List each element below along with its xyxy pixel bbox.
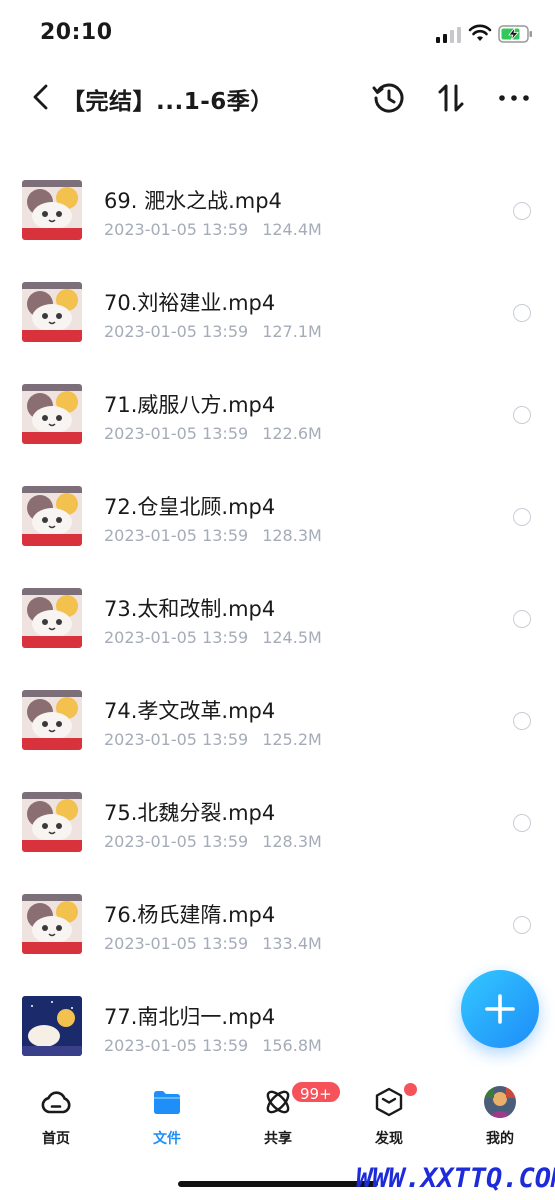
cellular-signal-icon <box>436 27 461 43</box>
discover-notification-dot <box>404 1083 417 1096</box>
file-meta: 2023-01-05 13:59 124.5M <box>104 628 322 647</box>
wifi-icon <box>468 24 492 41</box>
video-thumbnail <box>22 282 82 342</box>
file-list-item[interactable]: 70.刘裕建业.mp4 2023-01-05 13:59 127.1M <box>0 252 555 354</box>
back-arrow-icon[interactable] <box>28 82 54 112</box>
file-date: 2023-01-05 13:59 <box>104 220 249 239</box>
video-thumbnail <box>22 792 82 852</box>
file-name: 75.北魏分裂.mp4 <box>104 801 276 825</box>
tab-label: 发现 <box>375 1131 403 1147</box>
select-radio[interactable] <box>513 814 531 832</box>
file-meta: 2023-01-05 13:59 156.8M <box>104 1036 322 1055</box>
video-thumbnail <box>22 690 82 750</box>
status-time: 20:10 <box>40 20 113 45</box>
file-meta: 2023-01-05 13:59 125.2M <box>104 730 322 749</box>
battery-charging-icon <box>498 25 532 43</box>
file-date: 2023-01-05 13:59 <box>104 934 249 953</box>
file-meta: 2023-01-05 13:59 133.4M <box>104 934 322 953</box>
select-radio[interactable] <box>513 508 531 526</box>
home-cloud-icon <box>41 1091 71 1114</box>
file-date: 2023-01-05 13:59 <box>104 424 249 443</box>
tab-label: 文件 <box>153 1131 181 1147</box>
tab-mine[interactable]: 我的 <box>460 1086 540 1156</box>
plus-icon <box>485 994 515 1024</box>
video-thumbnail <box>22 384 82 444</box>
history-clock-icon[interactable] <box>371 80 407 116</box>
folder-title: 【完结】...1-6季） <box>62 89 274 115</box>
tab-label: 共享 <box>264 1131 292 1147</box>
video-thumbnail <box>22 486 82 546</box>
file-list-item[interactable]: 76.杨氏建隋.mp4 2023-01-05 13:59 133.4M <box>0 864 555 966</box>
file-name: 77.南北归一.mp4 <box>104 1005 276 1029</box>
select-radio[interactable] <box>513 202 531 220</box>
file-list-item[interactable]: 72.仓皇北顾.mp4 2023-01-05 13:59 128.3M <box>0 456 555 558</box>
status-bar: 20:10 <box>0 0 555 62</box>
file-name: 71.威服八方.mp4 <box>104 393 276 417</box>
file-list-item[interactable]: 71.威服八方.mp4 2023-01-05 13:59 122.6M <box>0 354 555 456</box>
file-name: 74.孝文改革.mp4 <box>104 699 276 723</box>
select-radio[interactable] <box>513 406 531 424</box>
file-size: 128.3M <box>262 526 322 545</box>
file-date: 2023-01-05 13:59 <box>104 1036 249 1055</box>
file-meta: 2023-01-05 13:59 128.3M <box>104 526 322 545</box>
tab-label: 我的 <box>486 1131 514 1147</box>
file-size: 124.5M <box>262 628 322 647</box>
select-radio[interactable] <box>513 916 531 934</box>
folder-icon <box>154 1091 180 1114</box>
share-notification-badge: 99+ <box>290 1080 342 1104</box>
file-size: 122.6M <box>262 424 322 443</box>
file-list-item[interactable]: 75.北魏分裂.mp4 2023-01-05 13:59 128.3M <box>0 762 555 864</box>
file-name: 69. 淝水之战.mp4 <box>104 189 282 213</box>
tab-discover[interactable]: 发现 <box>349 1086 429 1156</box>
select-radio[interactable] <box>513 712 531 730</box>
file-size: 133.4M <box>262 934 322 953</box>
tab-label: 首页 <box>42 1131 70 1147</box>
watermark: WWW.XXTTQ.COM <box>356 1163 555 1194</box>
file-name: 76.杨氏建隋.mp4 <box>104 903 276 927</box>
tab-files[interactable]: 文件 <box>127 1086 207 1156</box>
file-date: 2023-01-05 13:59 <box>104 628 249 647</box>
add-button[interactable] <box>461 970 539 1048</box>
select-radio[interactable] <box>513 610 531 628</box>
tab-home[interactable]: 首页 <box>16 1086 96 1156</box>
file-size: 124.4M <box>262 220 322 239</box>
file-date: 2023-01-05 13:59 <box>104 322 249 341</box>
file-list: 69. 淝水之战.mp4 2023-01-05 13:59 124.4M 70.刘裕建… <box>0 150 555 1068</box>
file-size: 156.8M <box>262 1036 322 1055</box>
video-thumbnail <box>22 588 82 648</box>
sort-icon[interactable] <box>434 80 470 116</box>
file-meta: 2023-01-05 13:59 124.4M <box>104 220 322 239</box>
file-date: 2023-01-05 13:59 <box>104 730 249 749</box>
file-meta: 2023-01-05 13:59 127.1M <box>104 322 322 341</box>
file-size: 127.1M <box>262 322 322 341</box>
file-size: 128.3M <box>262 832 322 851</box>
file-date: 2023-01-05 13:59 <box>104 526 249 545</box>
file-list-item[interactable]: 69. 淝水之战.mp4 2023-01-05 13:59 124.4M <box>0 150 555 252</box>
file-list-item[interactable]: 74.孝文改革.mp4 2023-01-05 13:59 125.2M <box>0 660 555 762</box>
file-meta: 2023-01-05 13:59 122.6M <box>104 424 322 443</box>
file-name: 70.刘裕建业.mp4 <box>104 291 276 315</box>
avatar <box>484 1086 516 1118</box>
file-size: 125.2M <box>262 730 322 749</box>
discover-cube-icon <box>375 1087 403 1117</box>
file-list-item[interactable]: 73.太和改制.mp4 2023-01-05 13:59 124.5M <box>0 558 555 660</box>
select-radio[interactable] <box>513 304 531 322</box>
nav-header: 【完结】...1-6季） <box>0 62 555 132</box>
more-options-icon[interactable] <box>496 80 532 116</box>
file-meta: 2023-01-05 13:59 128.3M <box>104 832 322 851</box>
video-thumbnail <box>22 996 82 1056</box>
video-thumbnail <box>22 894 82 954</box>
video-thumbnail <box>22 180 82 240</box>
file-date: 2023-01-05 13:59 <box>104 832 249 851</box>
home-indicator[interactable] <box>178 1181 378 1187</box>
file-name: 72.仓皇北顾.mp4 <box>104 495 276 519</box>
file-name: 73.太和改制.mp4 <box>104 597 276 621</box>
